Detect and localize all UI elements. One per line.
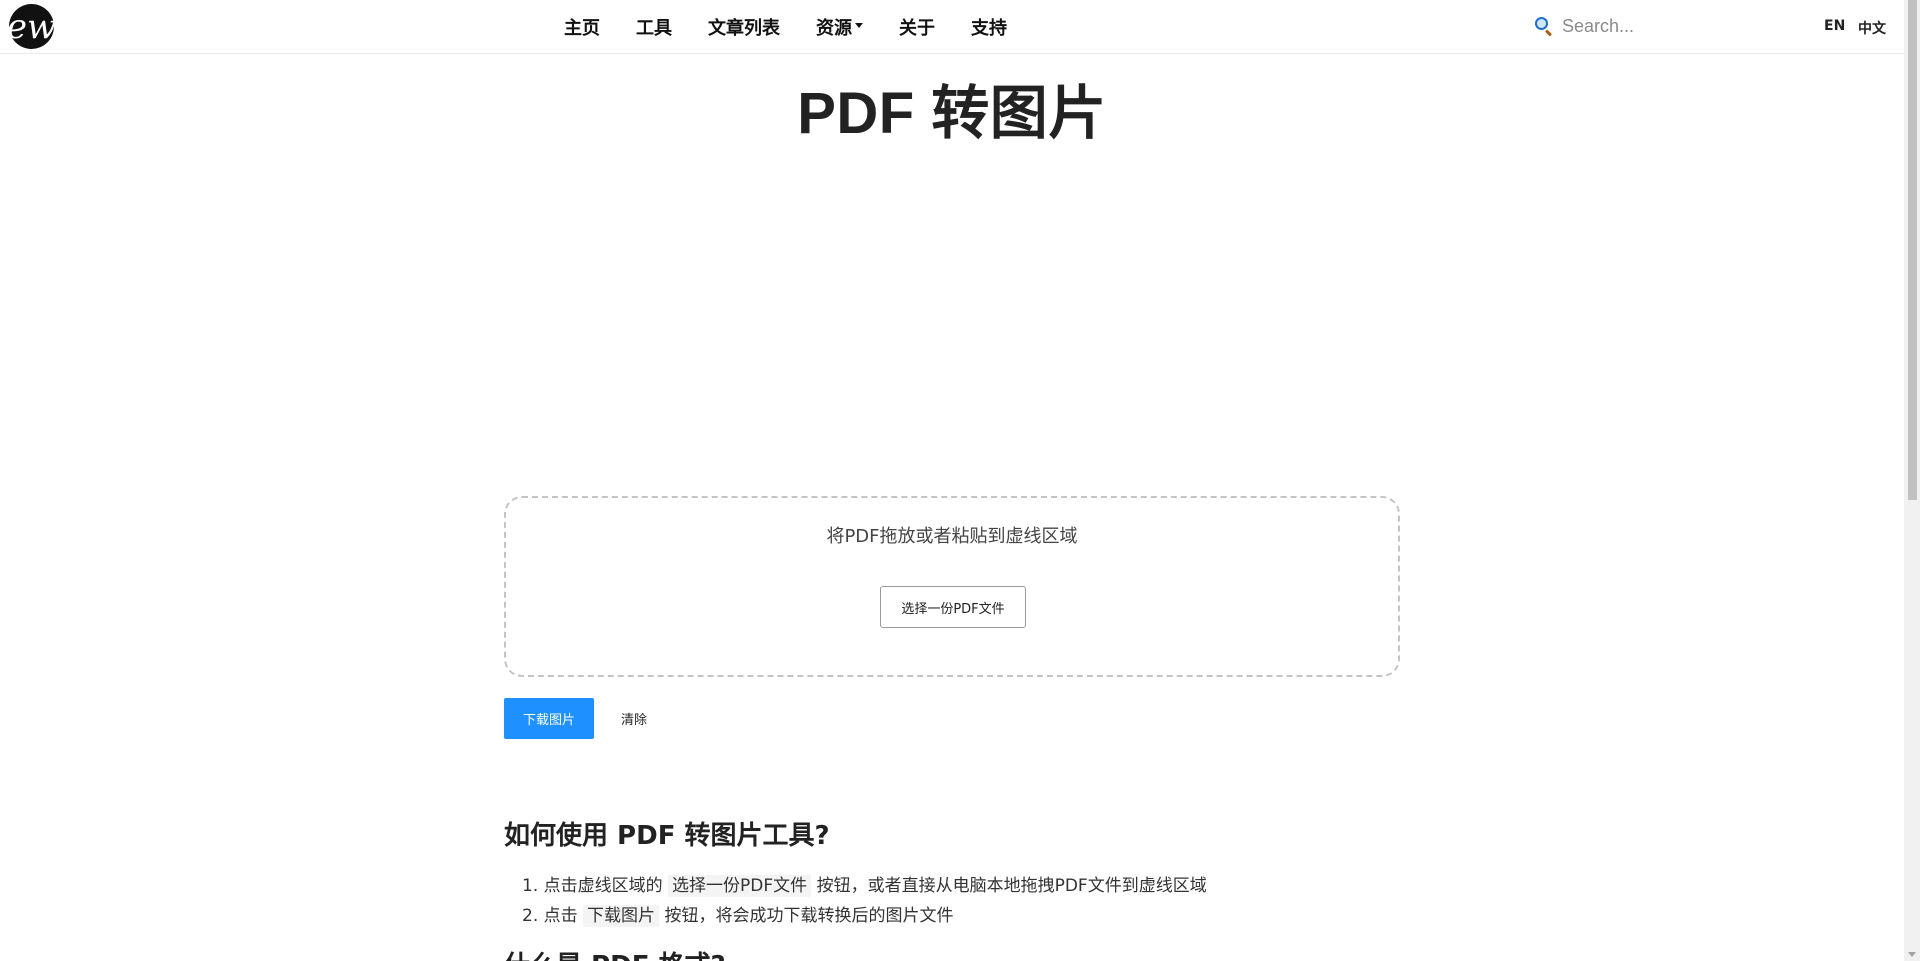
step-text: 按钮，将会成功下载转换后的图片文件 bbox=[659, 906, 954, 926]
chevron-down-icon bbox=[855, 22, 863, 28]
step-code: 选择一份PDF文件 bbox=[668, 875, 812, 897]
list-item: 2. 点击 下载图片 按钮，将会成功下载转换后的图片文件 bbox=[504, 901, 1404, 931]
logo-letter: ew bbox=[6, 6, 57, 47]
step-text: 点击虚线区域的 bbox=[543, 876, 669, 896]
nav-link-about[interactable]: 关于 bbox=[899, 14, 935, 40]
language-zh-link[interactable]: 中文 bbox=[1858, 18, 1886, 38]
language-en-link[interactable]: EN bbox=[1824, 18, 1845, 34]
search-icon bbox=[1533, 16, 1553, 37]
site-logo[interactable]: ew bbox=[6, 4, 57, 49]
scroll-down-arrow-icon[interactable] bbox=[1908, 952, 1916, 957]
list-item: 1. 点击虚线区域的 选择一份PDF文件 按钮，或者直接从电脑本地拖拽PDF文件… bbox=[504, 871, 1404, 901]
nav-link-resources[interactable]: 资源 bbox=[816, 14, 863, 40]
clear-button[interactable]: 清除 bbox=[612, 698, 656, 739]
search-input[interactable] bbox=[1562, 15, 1762, 37]
step-code: 下载图片 bbox=[583, 905, 660, 927]
pdf-drop-zone[interactable]: 将PDF拖放或者粘贴到虚线区域 选择一份PDF文件 bbox=[504, 496, 1400, 677]
scrollbar-thumb[interactable] bbox=[1908, 0, 1917, 500]
what-is-pdf-heading: 什么是 PDF 格式? bbox=[504, 945, 726, 961]
page-title: PDF 转图片 bbox=[797, 81, 1107, 146]
page-scrollbar[interactable] bbox=[1904, 0, 1920, 961]
nav-link-home[interactable]: 主页 bbox=[564, 14, 600, 40]
nav-link-articles[interactable]: 文章列表 bbox=[708, 14, 780, 40]
step-number: 2. bbox=[522, 906, 539, 926]
step-number: 1. bbox=[522, 876, 539, 896]
download-images-button[interactable]: 下载图片 bbox=[504, 698, 594, 739]
drop-zone-hint: 将PDF拖放或者粘贴到虚线区域 bbox=[826, 526, 1078, 547]
nav-link-resources-label: 资源 bbox=[816, 18, 852, 39]
page: ew 主页 工具 文章列表 资源 关于 支持 EN 中文 PDF 转图片 将PD… bbox=[0, 0, 1920, 961]
top-navbar: ew 主页 工具 文章列表 资源 关于 支持 EN 中文 bbox=[0, 0, 1904, 54]
nav-links: 主页 工具 文章列表 资源 关于 支持 bbox=[564, 0, 1043, 54]
nav-link-support[interactable]: 支持 bbox=[971, 14, 1007, 40]
step-text: 按钮，或者直接从电脑本地拖拽PDF文件到虚线区域 bbox=[811, 876, 1207, 896]
step-text: 点击 bbox=[543, 906, 584, 926]
howto-steps: 1. 点击虚线区域的 选择一份PDF文件 按钮，或者直接从电脑本地拖拽PDF文件… bbox=[504, 871, 1404, 931]
search-box bbox=[1533, 12, 1793, 40]
howto-heading: 如何使用 PDF 转图片工具? bbox=[504, 821, 830, 851]
nav-link-tools[interactable]: 工具 bbox=[636, 14, 672, 40]
select-pdf-button[interactable]: 选择一份PDF文件 bbox=[880, 586, 1026, 628]
